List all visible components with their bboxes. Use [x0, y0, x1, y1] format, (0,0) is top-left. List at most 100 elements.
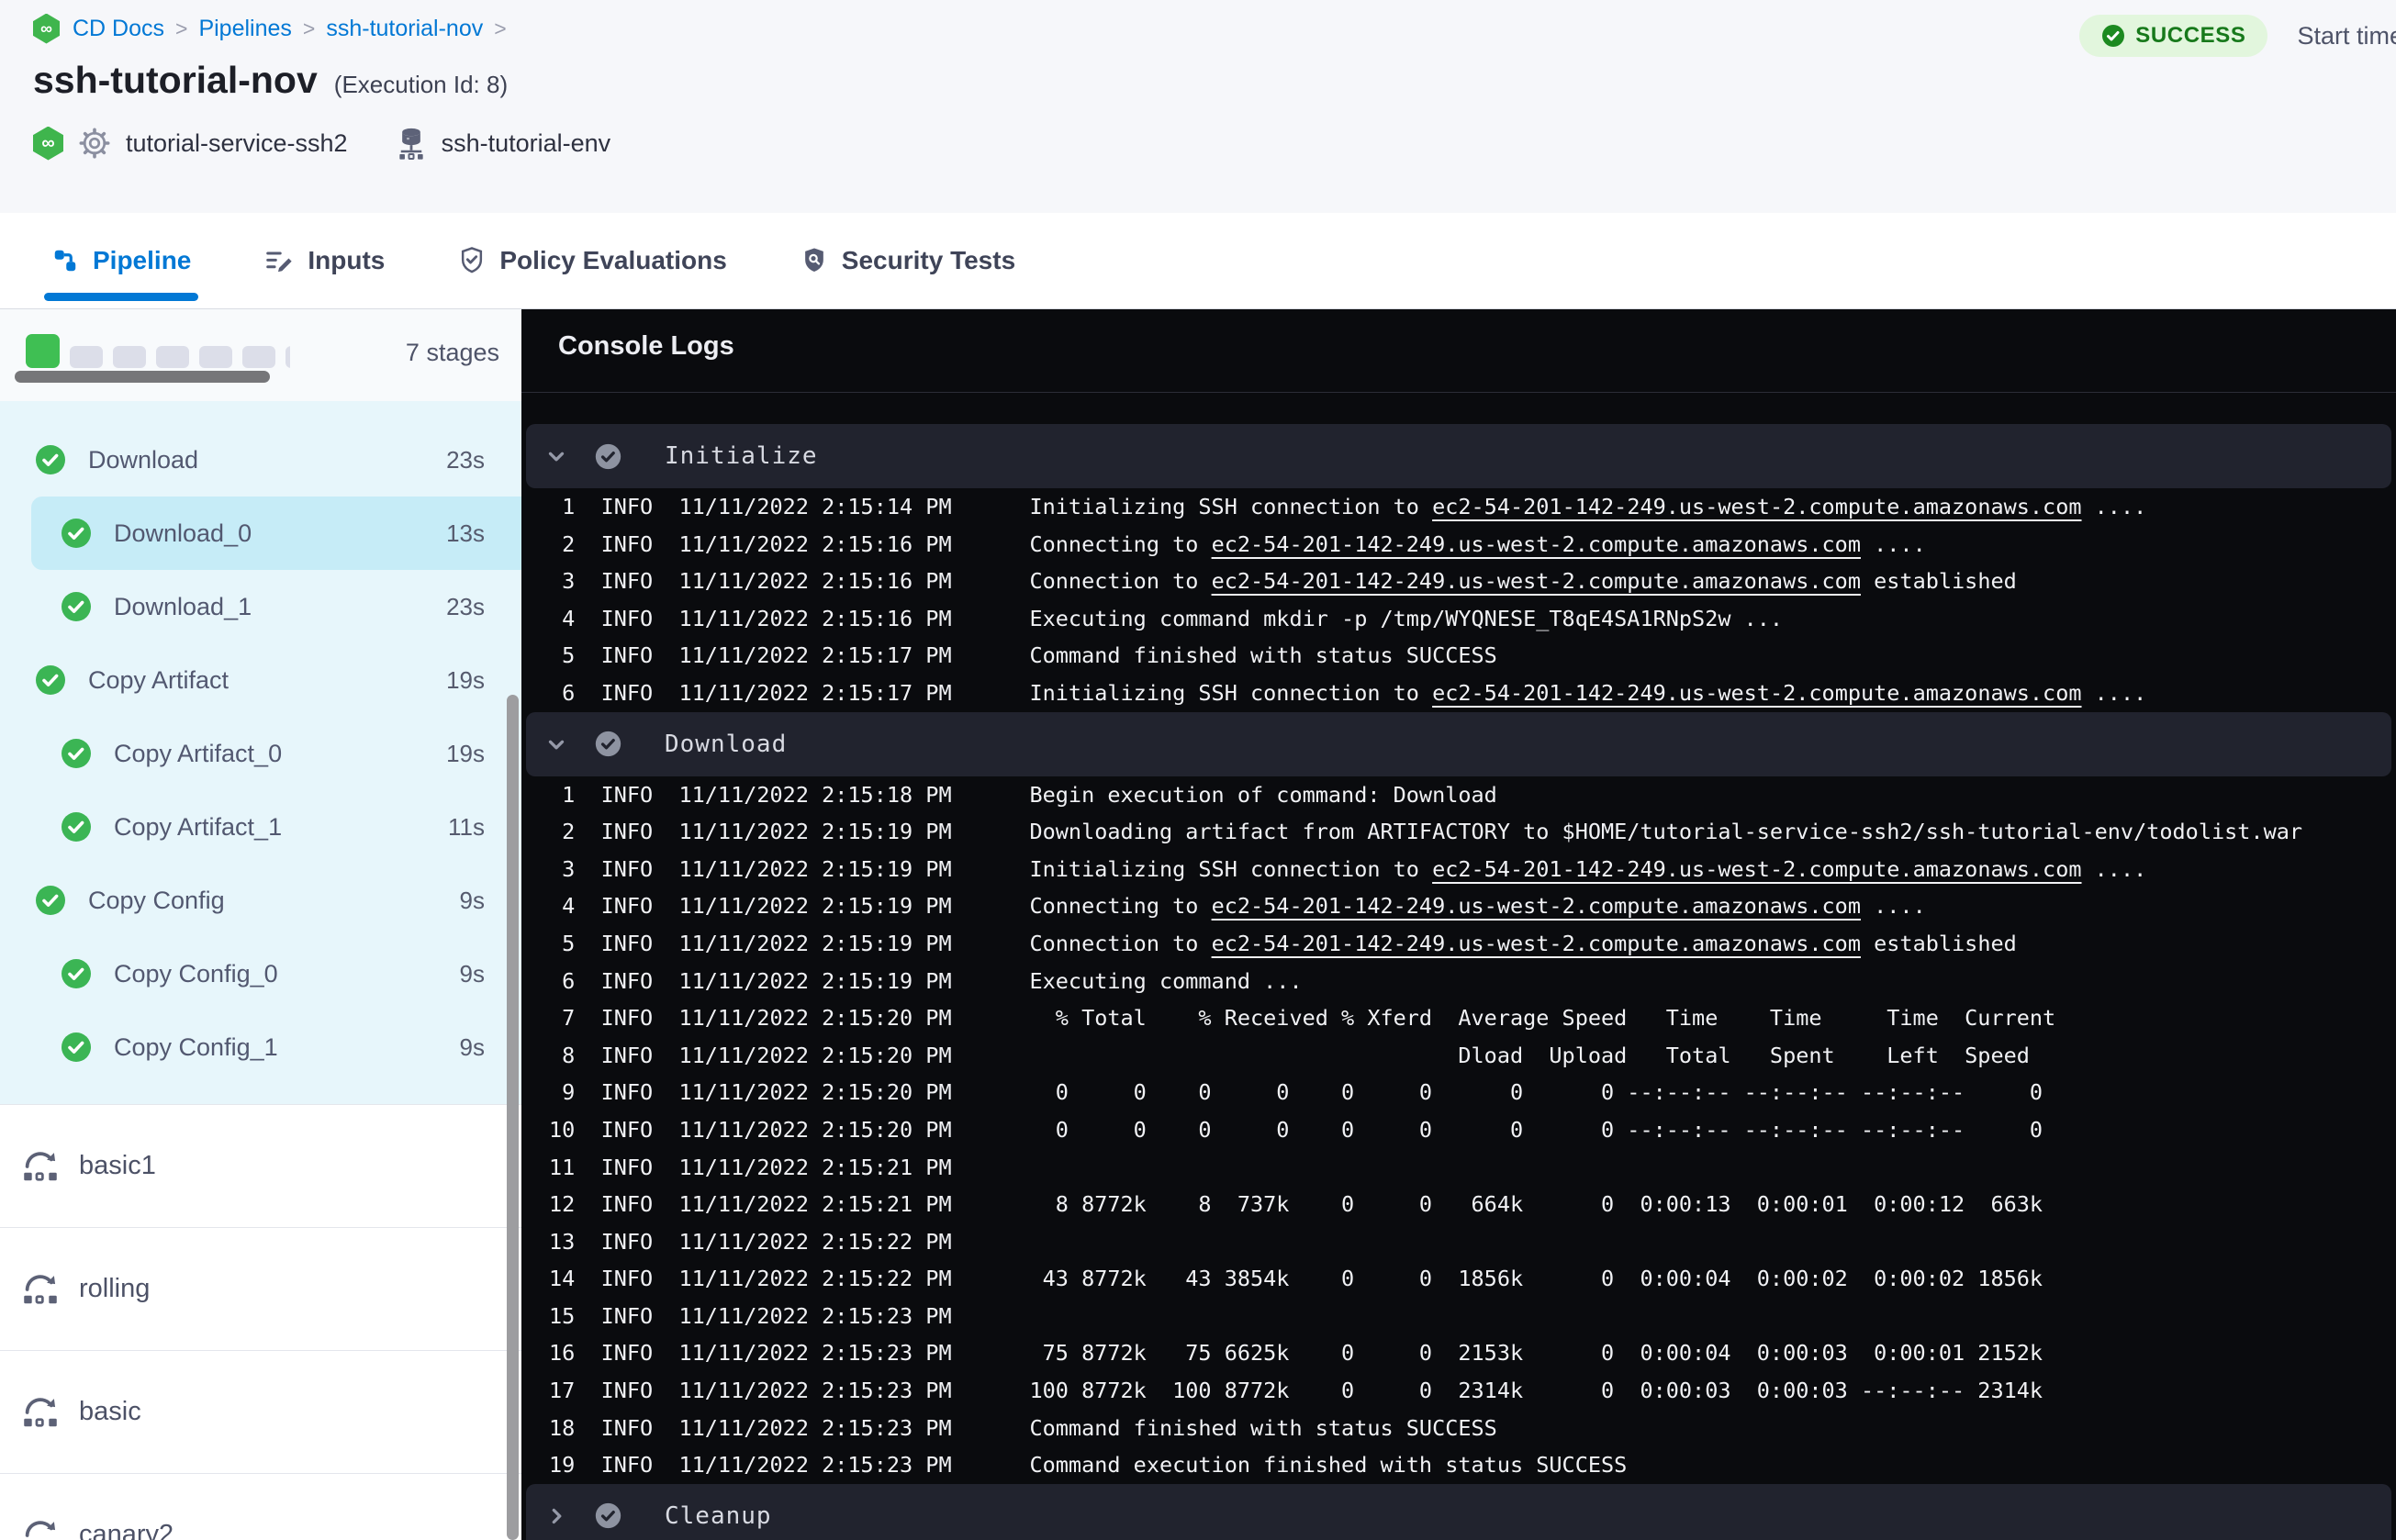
- tab-inputs[interactable]: Inputs: [264, 213, 385, 308]
- log-section: Download 1 INFO 11/11/2022 2:15:18 PM Be…: [521, 711, 2396, 1484]
- header-right: SUCCESS Start time: [2079, 15, 2396, 57]
- stage-success-icon: [35, 444, 66, 475]
- tab-policy-evaluations[interactable]: Policy Evaluations: [458, 213, 727, 308]
- minimap-stage-block[interactable]: [70, 346, 103, 368]
- pipeline-row[interactable]: canary2: [0, 1474, 521, 1540]
- log-line: 4 INFO 11/11/2022 2:15:16 PM Executing c…: [549, 605, 1784, 631]
- section-success-icon: [594, 1501, 622, 1530]
- sidebar-scrollbar[interactable]: [507, 695, 519, 1540]
- inputs-icon: [264, 247, 294, 274]
- log-line: 2 INFO 11/11/2022 2:15:19 PM Downloading…: [549, 819, 2303, 845]
- log-line: 5 INFO 11/11/2022 2:15:19 PM Connection …: [549, 930, 2017, 956]
- log-line: 6 INFO 11/11/2022 2:15:19 PM Executing c…: [549, 967, 1303, 994]
- tab-pipeline[interactable]: Pipeline: [43, 213, 199, 308]
- stage-label: Copy Artifact_1: [114, 812, 283, 841]
- minimap-stage-block[interactable]: [199, 346, 232, 368]
- minimap-stage-block[interactable]: [156, 346, 189, 368]
- host-link[interactable]: ec2-54-201-142-249.us-west-2.compute.ama…: [1212, 531, 1861, 557]
- minimap-stage-block[interactable]: [26, 334, 60, 368]
- stage-label: Copy Artifact: [88, 665, 230, 694]
- stage-minimap[interactable]: [26, 333, 290, 368]
- minimap-stage-block[interactable]: [286, 346, 290, 368]
- pipeline-label: canary2: [79, 1520, 174, 1540]
- status-badge: SUCCESS: [2079, 15, 2268, 57]
- breadcrumb-link-pipelines[interactable]: Pipelines: [198, 16, 291, 42]
- pipeline-execution-page: ∞ CD Docs > Pipelines > ssh-tutorial-nov…: [0, 0, 2396, 1540]
- stage-label: Copy Config: [88, 886, 225, 914]
- log-line: 17 INFO 11/11/2022 2:15:23 PM 100 8772k …: [549, 1378, 2043, 1404]
- pipeline-label: basic1: [79, 1151, 156, 1180]
- log-line: 8 INFO 11/11/2022 2:15:20 PM Dload Uploa…: [549, 1042, 2030, 1068]
- stage-row[interactable]: Download 23s: [0, 423, 521, 497]
- host-link[interactable]: ec2-54-201-142-249.us-west-2.compute.ama…: [1212, 568, 1861, 594]
- stage-row[interactable]: Copy Artifact_1 11s: [0, 790, 521, 864]
- host-link[interactable]: ec2-54-201-142-249.us-west-2.compute.ama…: [1432, 494, 2081, 519]
- stage-row[interactable]: Copy Config_0 9s: [0, 937, 521, 1010]
- service-name[interactable]: tutorial-service-ssh2: [126, 129, 348, 158]
- console-log-area: Initialize 1 INFO 11/11/2022 2:15:14 PM …: [521, 393, 2396, 1540]
- log-line: 1 INFO 11/11/2022 2:15:14 PM Initializin…: [549, 494, 2147, 519]
- stage-row[interactable]: Copy Config_1 9s: [0, 1010, 521, 1084]
- host-link[interactable]: ec2-54-201-142-249.us-west-2.compute.ama…: [1212, 893, 1861, 919]
- stage-label: Copy Artifact_0: [114, 739, 283, 767]
- success-check-icon: [2101, 24, 2125, 48]
- stage-row[interactable]: Copy Artifact 19s: [0, 643, 521, 717]
- minimap-stage-block[interactable]: [242, 346, 275, 368]
- stage-row[interactable]: Copy Config 9s: [0, 864, 521, 937]
- host-link[interactable]: ec2-54-201-142-249.us-west-2.compute.ama…: [1212, 931, 1861, 956]
- title-row: ssh-tutorial-nov (Execution Id: 8): [33, 59, 2396, 102]
- log-line: 2 INFO 11/11/2022 2:15:16 PM Connecting …: [549, 530, 1926, 557]
- stage-row[interactable]: Download_1 23s: [0, 570, 521, 643]
- service-gear-icon: [78, 127, 111, 160]
- breadcrumb-row: ∞ CD Docs > Pipelines > ssh-tutorial-nov…: [33, 0, 2396, 57]
- minimap-scrollbar[interactable]: [15, 371, 270, 383]
- execution-id: (Execution Id: 8): [333, 71, 509, 98]
- stage-list: Download 23s Download_0 13s Download_1 2…: [0, 401, 521, 1104]
- minimap-stage-block[interactable]: [113, 346, 146, 368]
- stage-row[interactable]: Copy Artifact_0 19s: [0, 717, 521, 790]
- stage-count-label: 7 stages: [405, 339, 499, 366]
- log-line: 14 INFO 11/11/2022 2:15:22 PM 43 8772k 4…: [549, 1266, 2043, 1292]
- environment-name[interactable]: ssh-tutorial-env: [442, 129, 611, 158]
- stage-success-icon: [61, 738, 92, 769]
- stage-label: Download_1: [114, 592, 252, 620]
- log-section-header[interactable]: Cleanup: [526, 1483, 2391, 1540]
- pipeline-row[interactable]: basic1: [0, 1105, 521, 1228]
- pipeline-list: basic1 rolling basic canary2: [0, 1104, 521, 1540]
- log-line: 3 INFO 11/11/2022 2:15:16 PM Connection …: [549, 568, 2017, 595]
- log-section: Cleanup: [521, 1483, 2396, 1540]
- rollback-icon: [20, 1518, 61, 1540]
- log-line: 15 INFO 11/11/2022 2:15:23 PM: [549, 1302, 1030, 1329]
- log-section-header[interactable]: Download: [526, 711, 2391, 776]
- log-line: 12 INFO 11/11/2022 2:15:21 PM 8 8772k 8 …: [549, 1191, 2043, 1218]
- start-time-label: Start time: [2297, 21, 2396, 50]
- tab-policy-evaluations-label: Policy Evaluations: [499, 246, 727, 274]
- stage-duration: 19s: [446, 665, 485, 694]
- host-link[interactable]: ec2-54-201-142-249.us-west-2.compute.ama…: [1432, 680, 2081, 706]
- stage-success-icon: [61, 1032, 92, 1063]
- pipeline-label: rolling: [79, 1274, 151, 1303]
- stage-label: Copy Config_1: [114, 1032, 278, 1061]
- chevron-down-icon[interactable]: [544, 1504, 568, 1528]
- host-link[interactable]: ec2-54-201-142-249.us-west-2.compute.ama…: [1432, 856, 2081, 882]
- log-section-header[interactable]: Initialize: [526, 424, 2391, 488]
- log-section-name: Download: [665, 730, 788, 758]
- breadcrumb-link-project[interactable]: CD Docs: [73, 16, 164, 42]
- stage-label: Copy Config_0: [114, 959, 278, 988]
- log-line: 4 INFO 11/11/2022 2:15:19 PM Connecting …: [549, 893, 1926, 920]
- tab-security-tests[interactable]: Security Tests: [801, 213, 1015, 308]
- status-badge-label: SUCCESS: [2135, 23, 2246, 48]
- stages-sidebar: 7 stages Download 23s Download_0 13s Dow…: [0, 309, 521, 1540]
- breadcrumb-separator: >: [175, 16, 188, 40]
- chevron-down-icon[interactable]: [544, 732, 568, 756]
- meta-row: ∞ tutorial-service-ssh2 ssh-tutorial-env: [33, 126, 2396, 161]
- chevron-down-icon[interactable]: [544, 444, 568, 468]
- cd-module-icon: ∞: [33, 126, 63, 161]
- stage-row[interactable]: Download_0 13s: [31, 497, 521, 570]
- rollback-icon: [20, 1149, 61, 1184]
- pipeline-row[interactable]: rolling: [0, 1228, 521, 1351]
- breadcrumb: CD Docs > Pipelines > ssh-tutorial-nov >: [73, 16, 507, 42]
- pipeline-row[interactable]: basic: [0, 1351, 521, 1474]
- security-shield-icon: [801, 246, 828, 275]
- breadcrumb-link-pipeline[interactable]: ssh-tutorial-nov: [326, 16, 483, 42]
